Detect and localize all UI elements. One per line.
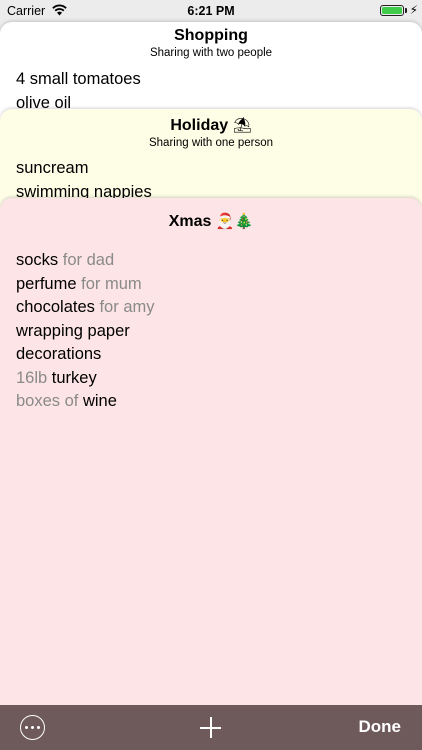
item-text: wine (82, 392, 117, 410)
list-header: Holiday ⛱ Sharing with one person (0, 109, 422, 149)
battery-cap (405, 8, 407, 13)
item-text: socks (16, 251, 59, 269)
item-note: for mum (76, 274, 142, 293)
list-items: socks for dad perfume for mum chocolates… (0, 231, 422, 414)
list-item[interactable]: chocolates for amy (16, 296, 422, 320)
charging-bolt-icon: ⚡︎ (409, 3, 418, 17)
list-title-text: Xmas (168, 213, 212, 230)
list-card-xmas[interactable]: Xmas 🎅🎄 socks for dad perfume for mum ch… (0, 198, 422, 708)
item-note: for amy (94, 298, 155, 316)
battery-level (382, 7, 402, 14)
list-items: 4 small tomatoes olive oil (0, 59, 422, 115)
clock: 6:21 PM (187, 4, 235, 18)
dot (37, 726, 40, 729)
item-note: for dad (58, 251, 115, 269)
list-sharing-subtitle: Sharing with one person (148, 137, 274, 149)
santa-tree-icon: 🎅🎄 (215, 212, 254, 230)
list-header: Xmas 🎅🎄 (0, 198, 422, 231)
list-item[interactable]: 4 small tomatoes (16, 68, 422, 92)
list-items: suncream swimming nappies (0, 149, 422, 204)
item-text: perfume (16, 274, 77, 293)
list-item[interactable]: 16lb turkey (16, 367, 422, 391)
ellipsis-circle-icon[interactable] (20, 715, 45, 740)
item-quantity: 16lb (16, 368, 52, 387)
list-item[interactable]: suncream (16, 157, 422, 181)
list-title: Holiday ⛱ (0, 116, 422, 135)
battery-icon (380, 5, 404, 16)
list-item[interactable]: socks for dad (16, 249, 422, 273)
bottom-toolbar: Done (0, 705, 422, 750)
list-item[interactable]: perfume for mum (16, 273, 422, 297)
list-item[interactable]: wrapping paper (16, 320, 422, 344)
list-title: Shopping (174, 27, 248, 44)
list-header: Shopping Sharing with two people (0, 22, 422, 59)
item-quantity: boxes of (16, 392, 83, 410)
dot (25, 726, 28, 729)
list-sharing-subtitle: Sharing with two people (149, 47, 273, 59)
list-title: Xmas 🎅🎄 (0, 212, 422, 231)
dot (31, 726, 34, 729)
app-screen: Carrier 6:21 PM ⚡︎ Shopping Sharing with… (0, 0, 422, 750)
status-bar: Carrier 6:21 PM ⚡︎ (0, 0, 422, 22)
plus-icon[interactable] (200, 717, 221, 738)
beach-umbrella-icon: ⛱ (232, 116, 252, 134)
list-item[interactable]: decorations (16, 343, 422, 367)
list-item[interactable]: boxes of wine (16, 390, 422, 414)
done-button[interactable]: Done (359, 717, 402, 737)
item-text: chocolates (16, 298, 95, 316)
item-text: turkey (51, 368, 97, 387)
list-title-text: Holiday (170, 117, 229, 134)
